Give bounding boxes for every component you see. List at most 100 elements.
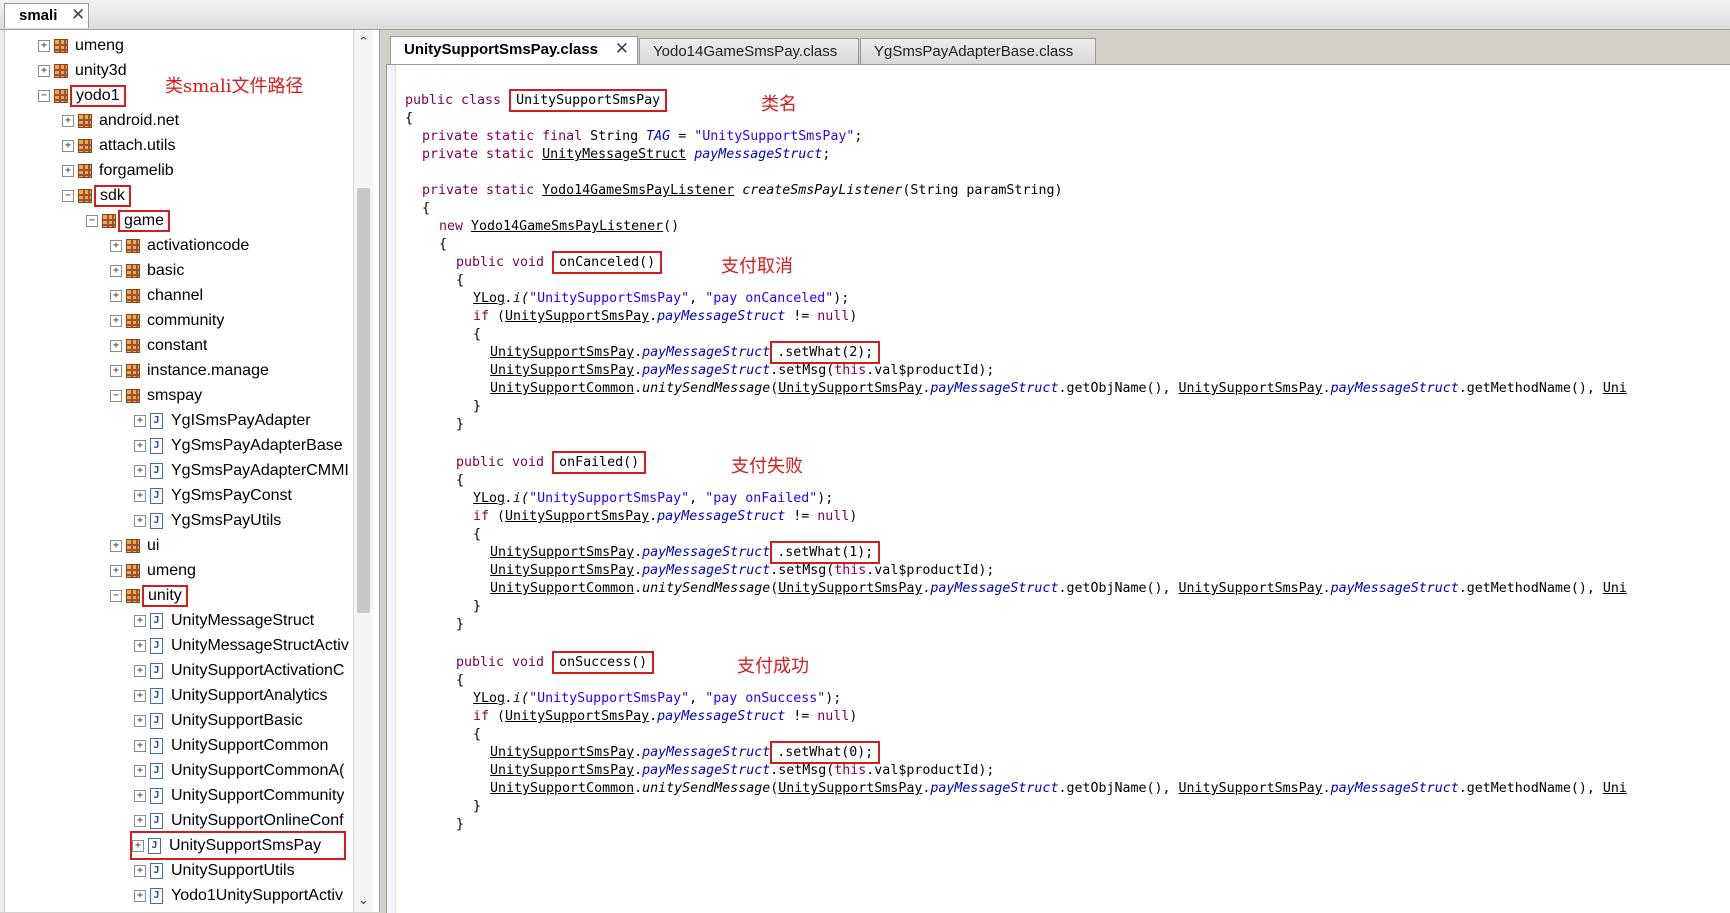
tree-item-label: unity — [142, 584, 188, 607]
tree-item-label: attach.utils — [99, 136, 176, 154]
annotation-pay-success: 支付成功 — [737, 656, 809, 677]
annotation-class-name: 类名 — [761, 94, 797, 115]
tree-item-ygsmspayadaptercmmi[interactable]: + J YgSmsPayAdapterCMMI — [134, 458, 349, 483]
expand-icon[interactable]: + — [62, 114, 74, 127]
expand-icon[interactable]: + — [134, 614, 146, 627]
expand-icon[interactable]: + — [134, 489, 146, 502]
expand-icon[interactable]: + — [110, 539, 122, 552]
expand-icon[interactable]: + — [62, 164, 74, 177]
code-line-sendmessage: UnitySupportCommon.unitySendMessage(Unit… — [490, 381, 1627, 396]
tree-item-yodo1[interactable]: − yodo1 — [38, 83, 126, 108]
expand-icon[interactable]: + — [134, 439, 146, 452]
tree-item-forgamelib[interactable]: + forgamelib — [62, 158, 174, 183]
code-line-if: if (UnitySupportSmsPay.payMessageStruct … — [473, 309, 858, 324]
expand-icon[interactable]: + — [134, 739, 146, 752]
scroll-thumb[interactable] — [357, 188, 370, 613]
tree-item-instance-manage[interactable]: + instance.manage — [110, 358, 269, 383]
expand-icon[interactable]: + — [134, 864, 146, 877]
tree-item-unitysupportsmspay[interactable]: + J UnitySupportSmsPay — [130, 831, 346, 860]
expand-icon[interactable]: + — [38, 39, 50, 52]
scroll-up-icon[interactable]: ⌃ — [354, 34, 373, 52]
tree-item-activationcode[interactable]: + activationcode — [110, 233, 249, 258]
tab-ygsmspayadapterbase-class[interactable]: YgSmsPayAdapterBase.class — [860, 38, 1096, 64]
tree-item-unitysupportactivationc[interactable]: + J UnitySupportActivationC — [134, 658, 344, 683]
expand-icon[interactable]: + — [110, 339, 122, 352]
expand-icon[interactable]: + — [134, 639, 146, 652]
expand-icon[interactable]: + — [134, 664, 146, 677]
tab-smali[interactable]: smali ✕ — [4, 3, 89, 28]
tree-item-unitysupportutils[interactable]: + J UnitySupportUtils — [134, 858, 295, 883]
tree-item-unitymessagestructactiv[interactable]: + J UnityMessageStructActiv — [134, 633, 349, 658]
expand-icon[interactable]: + — [134, 714, 146, 727]
expand-icon[interactable]: + — [134, 464, 146, 477]
tree-item-unitymessagestruct[interactable]: + J UnityMessageStruct — [134, 608, 314, 633]
class-file-icon: J — [150, 787, 163, 804]
tree-item-unitysupportcommon[interactable]: + J UnitySupportCommon — [134, 733, 328, 758]
expand-icon[interactable]: + — [134, 814, 146, 827]
collapse-icon[interactable]: − — [110, 589, 122, 602]
tree-item-game[interactable]: − game — [86, 208, 171, 233]
expand-icon[interactable]: + — [134, 689, 146, 702]
tree-item-unitysupportonlineconf[interactable]: + J UnitySupportOnlineConf — [134, 808, 344, 833]
expand-icon[interactable]: + — [134, 414, 146, 427]
tree-item-ygsmspayadapterbase[interactable]: + J YgSmsPayAdapterBase — [134, 433, 343, 458]
expand-icon[interactable]: + — [110, 289, 122, 302]
collapse-icon[interactable]: − — [38, 89, 50, 102]
expand-icon[interactable]: + — [134, 789, 146, 802]
tree-item-android-net[interactable]: + android.net — [62, 108, 179, 133]
expand-icon[interactable]: + — [62, 139, 74, 152]
expand-icon[interactable]: + — [134, 764, 146, 777]
tree-item-yodo1unitysupportactiv[interactable]: + J Yodo1UnitySupportActiv — [134, 883, 343, 908]
tree-item-ygsmspayutils[interactable]: + J YgSmsPayUtils — [134, 508, 281, 533]
code-line: } — [473, 399, 482, 414]
expand-icon[interactable]: + — [134, 514, 146, 527]
close-icon[interactable]: ✕ — [615, 39, 629, 59]
tab-yodo14gamesmspay-class[interactable]: Yodo14GameSmsPay.class — [639, 38, 859, 64]
tree-item-unity[interactable]: − unity — [110, 583, 188, 608]
tree-item-unitysupportcommona[interactable]: + J UnitySupportCommonA( — [134, 758, 344, 783]
package-icon — [126, 363, 140, 378]
code-line-setmsg: UnitySupportSmsPay.payMessageStruct.setM… — [490, 363, 995, 378]
expand-icon[interactable]: + — [38, 64, 50, 77]
tree-item-channel[interactable]: + channel — [110, 283, 203, 308]
tree-item-label: game — [118, 209, 171, 232]
expand-icon[interactable]: + — [110, 314, 122, 327]
class-file-icon: J — [150, 887, 163, 904]
expand-icon[interactable]: + — [110, 264, 122, 277]
tree-item-ygismspayadapter[interactable]: + J YgISmsPayAdapter — [134, 408, 311, 433]
expand-icon[interactable]: + — [132, 839, 144, 852]
tree-item-attach-utils[interactable]: + attach.utils — [62, 133, 175, 158]
tree-item-constant[interactable]: + constant — [110, 333, 207, 358]
tree-item-basic[interactable]: + basic — [110, 258, 184, 283]
tree-item-ygsmspayconst[interactable]: + J YgSmsPayConst — [134, 483, 292, 508]
tree-item-sdk[interactable]: − sdk — [62, 183, 131, 208]
code-editor[interactable]: public class UnitySupportSmsPay 类名 { pri… — [386, 64, 1730, 913]
tree-item-smspay[interactable]: − smspay — [110, 383, 202, 408]
tree-item-umeng[interactable]: + umeng — [110, 558, 196, 583]
class-file-icon: J — [150, 762, 163, 779]
class-file-icon: J — [150, 487, 163, 504]
collapse-icon[interactable]: − — [110, 389, 122, 402]
close-icon[interactable]: ✕ — [71, 5, 85, 25]
collapse-icon[interactable]: − — [62, 189, 74, 202]
expand-icon[interactable]: + — [134, 889, 146, 902]
tree-item-umeng[interactable]: + umeng — [38, 33, 124, 58]
tab-unitysupportsmspay-class[interactable]: UnitySupportSmsPay.class ✕ — [390, 36, 638, 64]
package-icon — [126, 538, 140, 553]
tree-item-label: ui — [147, 536, 160, 554]
tree-item-unitysupportcommunity[interactable]: + J UnitySupportCommunity — [134, 783, 344, 808]
class-file-icon: J — [150, 737, 163, 754]
scroll-down-icon[interactable]: ⌄ — [354, 892, 373, 910]
tree-item-label: community — [147, 311, 225, 329]
tree-item-unitysupportanalytics[interactable]: + J UnitySupportAnalytics — [134, 683, 328, 708]
collapse-icon[interactable]: − — [86, 214, 98, 227]
expand-icon[interactable]: + — [110, 364, 122, 377]
tree-item-unity3d[interactable]: + unity3d — [38, 58, 127, 83]
package-icon — [126, 238, 140, 253]
tree-item-ui[interactable]: + ui — [110, 533, 159, 558]
tree-item-community[interactable]: + community — [110, 308, 224, 333]
tree-scrollbar[interactable]: ⌃ ⌄ — [353, 30, 373, 912]
expand-icon[interactable]: + — [110, 239, 122, 252]
expand-icon[interactable]: + — [110, 564, 122, 577]
tree-item-unitysupportbasic[interactable]: + J UnitySupportBasic — [134, 708, 303, 733]
